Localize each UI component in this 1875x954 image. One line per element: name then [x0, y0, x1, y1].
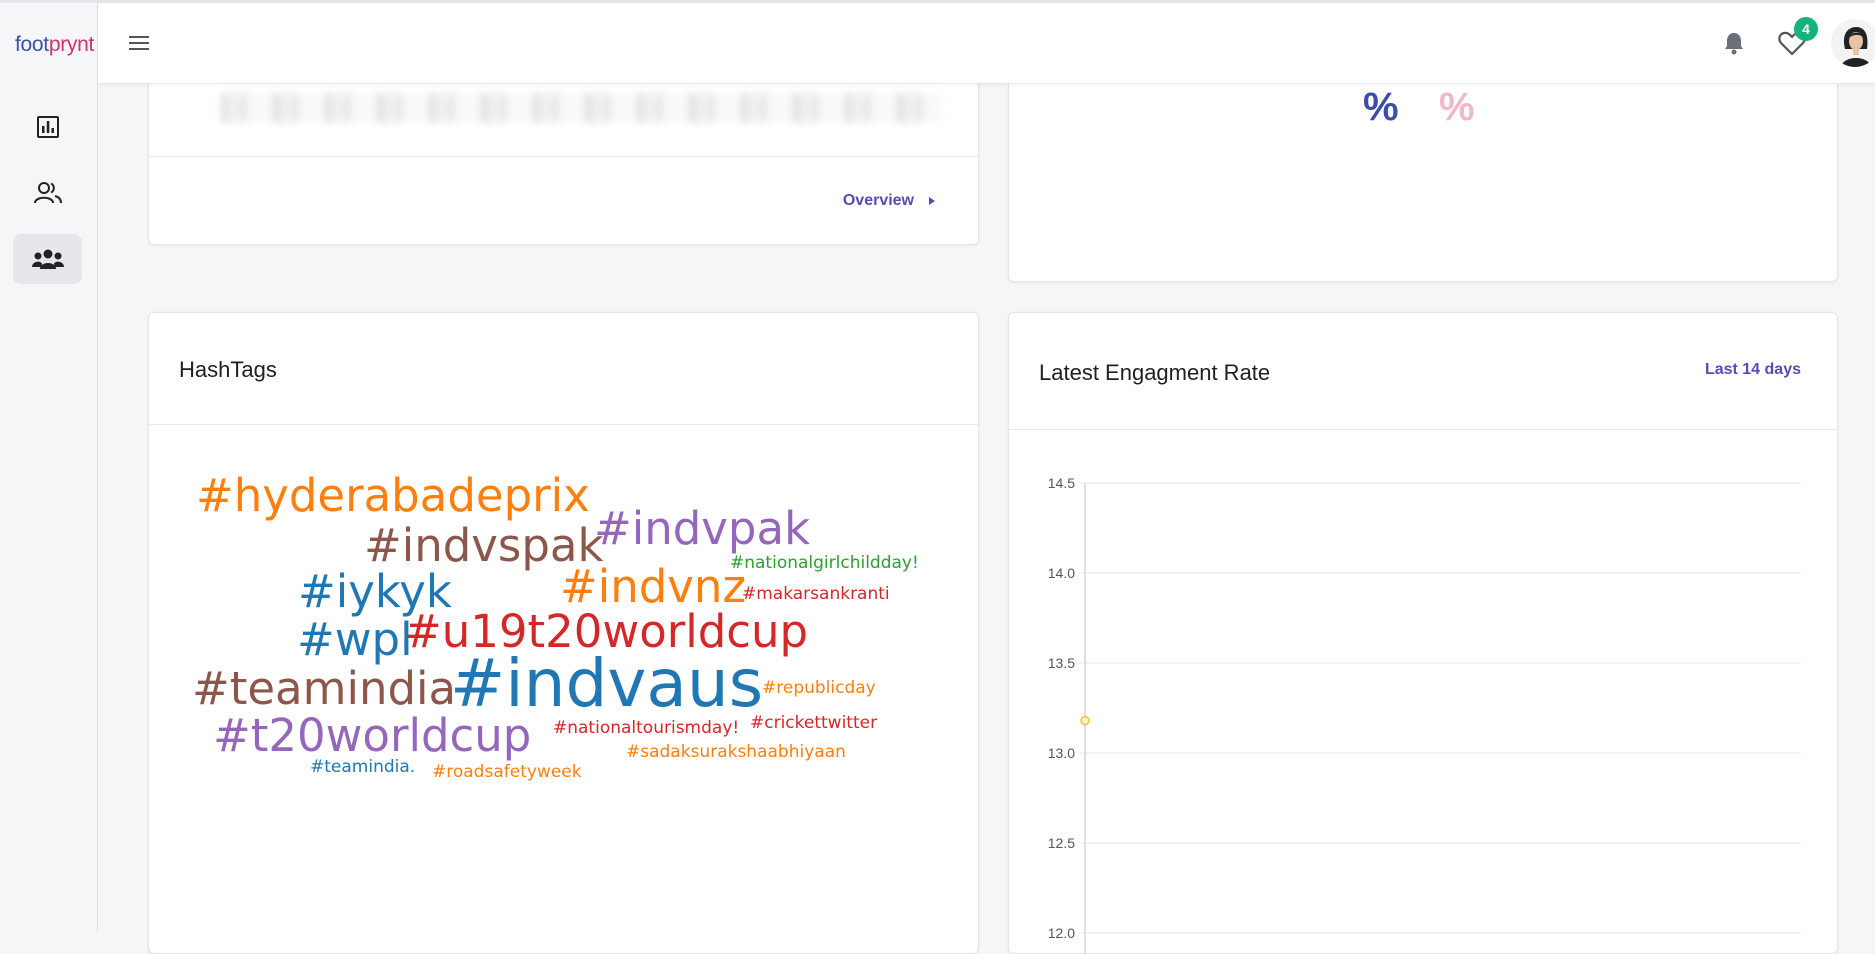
- menu-icon[interactable]: [128, 33, 150, 53]
- engagement-card: Latest Engagment Rate Last 14 days 14.5 1…: [1008, 312, 1838, 954]
- bell-icon[interactable]: [1723, 31, 1745, 55]
- overview-link-label: Overview: [842, 192, 914, 209]
- avatar-image: [1831, 19, 1875, 67]
- hashtag-word[interactable]: #sadaksurakshaabhiyaan: [626, 744, 846, 761]
- notification-badge: 4: [1794, 17, 1818, 41]
- hashtag-word[interactable]: #t20worldcup: [213, 713, 531, 758]
- sidebar: footprynt: [0, 3, 98, 932]
- overview-link[interactable]: Overview: [843, 192, 936, 210]
- hashtags-card: HashTags #hyderabadeprix #indvspak #indv…: [148, 312, 979, 954]
- hashtag-word[interactable]: #crickettwitter: [750, 715, 877, 732]
- y-tick-label: 14.5: [1048, 475, 1075, 491]
- hashtag-word[interactable]: #republicday: [762, 680, 876, 697]
- sidebar-item-users[interactable]: [13, 168, 82, 218]
- data-point[interactable]: [1080, 715, 1090, 726]
- y-tick-label: 13.0: [1048, 745, 1075, 761]
- hashtag-word[interactable]: #teamindia: [192, 666, 456, 711]
- group-icon: [31, 249, 64, 269]
- sidebar-item-analytics[interactable]: [13, 102, 82, 152]
- y-tick-label: 12.5: [1048, 835, 1075, 851]
- word-cloud: #hyderabadeprix #indvspak #indvpak #nati…: [149, 313, 978, 953]
- sidebar-item-groups[interactable]: [13, 234, 82, 284]
- top-bar: 4: [98, 3, 1875, 84]
- hashtag-word[interactable]: #nationaltourismday!: [553, 720, 739, 737]
- hashtag-word[interactable]: #indvpak: [594, 506, 810, 551]
- y-tick-label: 12.0: [1048, 925, 1075, 941]
- hashtag-word[interactable]: #makarsankranti: [742, 586, 890, 603]
- hashtag-word[interactable]: #indvaus: [450, 651, 763, 717]
- card-divider: [149, 156, 978, 157]
- hashtag-word[interactable]: #wpl: [297, 617, 413, 662]
- caret-right-icon: [929, 197, 935, 205]
- logo-text-foot: foot: [15, 33, 49, 56]
- hashtag-word[interactable]: #indvnz: [560, 564, 746, 609]
- users-icon: [33, 182, 62, 204]
- logo-text-prynt: prynt: [48, 33, 95, 56]
- engagement-chart: 14.5 14.0 13.5 13.0 12.5 12.0: [1048, 475, 1801, 953]
- hashtag-word[interactable]: #roadsafetyweek: [432, 764, 582, 781]
- percent-a: %: [1363, 85, 1399, 129]
- hashtag-word[interactable]: #nationalgirlchildday!: [730, 555, 919, 572]
- y-tick-label: 14.0: [1048, 565, 1075, 581]
- hashtag-word[interactable]: #hyderabadeprix: [196, 473, 590, 518]
- avatar[interactable]: [1831, 19, 1875, 67]
- percent-b: %: [1439, 85, 1475, 129]
- blurred-content: [221, 93, 941, 123]
- logo[interactable]: footprynt: [15, 33, 94, 57]
- hashtag-word[interactable]: #teamindia.: [310, 759, 415, 776]
- bar-chart-icon: [36, 116, 59, 138]
- y-tick-label: 13.5: [1048, 655, 1075, 671]
